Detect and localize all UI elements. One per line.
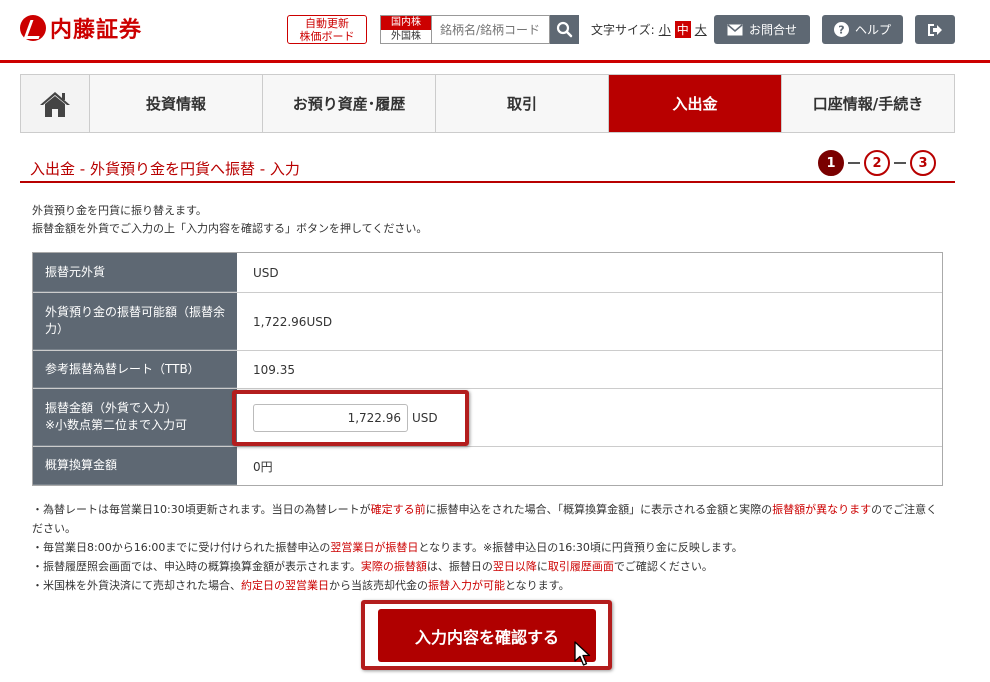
note-text: ・為替レートは毎営業日10:30頃更新されます。当日の為替レートが <box>32 503 371 516</box>
note-emphasis: 実際の振替額 <box>360 560 427 573</box>
contact-label: お問合せ <box>748 23 797 37</box>
note-item: ・米国株を外貨決済にて売却された場合、約定日の翌営業日から当該売却代金の振替入力… <box>32 576 947 595</box>
row-label: 概算換算金額 <box>33 447 237 485</box>
nav-assets-history[interactable]: お預り資産･履歴 <box>263 75 436 132</box>
note-emphasis: 確定する前 <box>370 503 426 516</box>
transfer-amount-input[interactable] <box>253 403 408 432</box>
header: 内藤証券 自動更新 株価ボード 国内株 外国株 文字サイズ: 小 中 大 お問合… <box>0 0 990 60</box>
note-emphasis: 約定日の翌営業日 <box>241 579 329 592</box>
title-divider <box>20 181 955 183</box>
transferable-amount-value: 1,722.96USD <box>253 314 333 329</box>
intro-line: 外貨預り金を円貨に振り替えます。 <box>32 204 207 217</box>
mouse-cursor-icon <box>574 641 591 666</box>
step-1: 1 <box>818 150 844 176</box>
note-text: から当該売却代金の <box>329 579 428 592</box>
nav-account-info[interactable]: 口座情報/手続き <box>782 75 954 132</box>
contact-button[interactable]: お問合せ <box>714 15 810 44</box>
note-text: でご確認ください。 <box>613 560 713 573</box>
step-2: 2 <box>864 150 890 176</box>
row-label: 振替金額（外貨で入力） ※小数点第二位まで入力可 <box>33 389 237 446</box>
font-size-label: 文字サイズ: <box>591 23 655 37</box>
font-size-medium[interactable]: 中 <box>674 21 691 38</box>
market-domestic-tab[interactable]: 国内株 <box>381 16 431 30</box>
amount-wrap: USD <box>253 403 438 432</box>
logo-mark-icon <box>20 15 46 41</box>
nav-trade[interactable]: 取引 <box>436 75 609 132</box>
market-foreign-tab[interactable]: 外国株 <box>381 30 431 43</box>
transfer-amount-cell: USD <box>237 389 942 446</box>
note-emphasis: 振替入力が可能 <box>428 579 505 592</box>
board-line1: 自動更新 <box>305 17 349 30</box>
note-text: に <box>536 560 548 573</box>
exchange-rate-value: 109.35 <box>253 362 295 377</box>
transfer-form-table: 振替元外貨 USD 外貨預り金の振替可能額（振替余力） 1,722.96USD … <box>32 252 943 486</box>
nav-investment-info[interactable]: 投資情報 <box>90 75 263 132</box>
source-currency-value: USD <box>253 265 279 280</box>
search-icon <box>556 21 573 38</box>
note-item: ・毎営業日8:00から16:00までに受け付けられた振替申込の翌営業日が振替日と… <box>32 538 947 557</box>
intro-text: 外貨預り金を円貨に振り替えます。 振替金額を外貨でご入力の上「入力内容を確認する… <box>32 202 427 238</box>
row-label: 参考振替為替レート（TTB） <box>33 351 237 388</box>
amount-unit: USD <box>412 410 438 425</box>
row-label: 外貨預り金の振替可能額（振替余力） <box>33 293 237 350</box>
note-text: ・振替履歴照会画面では、申込時の概算換算金額が表示されます。 <box>32 560 361 573</box>
note-emphasis: 翌日以降 <box>492 560 537 573</box>
logout-button[interactable] <box>915 15 955 44</box>
note-emphasis: 振替額が異なります <box>772 503 872 516</box>
table-row: 振替金額（外貨で入力） ※小数点第二位まで入力可 USD <box>33 389 942 447</box>
font-size-large[interactable]: 大 <box>695 21 707 38</box>
note-emphasis: 翌営業日が振替日 <box>330 541 419 554</box>
logo[interactable]: 内藤証券 <box>20 12 142 44</box>
notes: ・為替レートは毎営業日10:30頃更新されます。当日の為替レートが確定する前に振… <box>32 500 947 595</box>
nav-home[interactable] <box>21 75 90 132</box>
logout-icon <box>928 23 942 36</box>
market-toggle: 国内株 外国株 <box>380 15 432 44</box>
stock-board-button[interactable]: 自動更新 株価ボード <box>287 15 367 44</box>
note-item: ・振替履歴照会画面では、申込時の概算換算金額が表示されます。実際の振替額は、振替… <box>32 557 947 576</box>
header-divider <box>0 60 990 63</box>
step-separator <box>848 162 860 164</box>
mail-icon <box>727 23 743 35</box>
converted-amount-value: 0円 <box>253 459 273 474</box>
search-button[interactable] <box>550 15 579 44</box>
font-size-selector: 文字サイズ: 小 中 大 <box>591 21 707 38</box>
main-nav: 投資情報 お預り資産･履歴 取引 入出金 口座情報/手続き <box>20 74 955 133</box>
note-text: は、振替日の <box>426 560 493 573</box>
logo-text: 内藤証券 <box>50 18 143 43</box>
intro-line: 振替金額を外貨でご入力の上「入力内容を確認する」ボタンを押してください。 <box>32 222 428 235</box>
help-button[interactable]: ? ヘルプ <box>822 15 903 44</box>
note-emphasis: 取引履歴画面 <box>547 560 614 573</box>
note-text: ・米国株を外貨決済にて売却された場合、 <box>32 579 241 592</box>
table-row: 参考振替為替レート（TTB） 109.35 <box>33 351 942 389</box>
step-indicator: 1 2 3 <box>818 150 936 176</box>
step-separator <box>894 162 906 164</box>
table-row: 概算換算金額 0円 <box>33 447 942 485</box>
row-label-note: ※小数点第二位まで入力可 <box>45 418 188 432</box>
home-icon <box>40 91 70 117</box>
note-text: となります。 <box>505 579 570 592</box>
board-line2: 株価ボード <box>299 30 355 43</box>
page-title: 入出金 - 外貨預り金を円貨へ振替 - 入力 <box>30 160 300 178</box>
note-text: ・毎営業日8:00から16:00までに受け付けられた振替申込の <box>32 541 331 554</box>
row-label-main: 振替金額（外貨で入力） <box>45 401 178 415</box>
nav-deposit-withdrawal[interactable]: 入出金 <box>609 75 782 132</box>
note-text: に振替申込をされた場合、「概算換算金額」に表示される金額と実際の <box>425 503 773 516</box>
confirm-input-button[interactable]: 入力内容を確認する <box>378 609 596 662</box>
table-row: 外貨預り金の振替可能額（振替余力） 1,722.96USD <box>33 293 942 351</box>
step-3: 3 <box>910 150 936 176</box>
table-row: 振替元外貨 USD <box>33 253 942 293</box>
help-label: ヘルプ <box>854 23 891 37</box>
row-label: 振替元外貨 <box>33 253 237 292</box>
note-item: ・為替レートは毎営業日10:30頃更新されます。当日の為替レートが確定する前に振… <box>32 500 947 538</box>
note-text: となります。※振替申込日の16:30頃に円貨預り金に反映します。 <box>418 541 743 554</box>
font-size-small[interactable]: 小 <box>659 21 671 38</box>
question-icon: ? <box>833 22 849 37</box>
svg-text:?: ? <box>838 24 844 37</box>
stock-search-input[interactable] <box>432 15 550 44</box>
